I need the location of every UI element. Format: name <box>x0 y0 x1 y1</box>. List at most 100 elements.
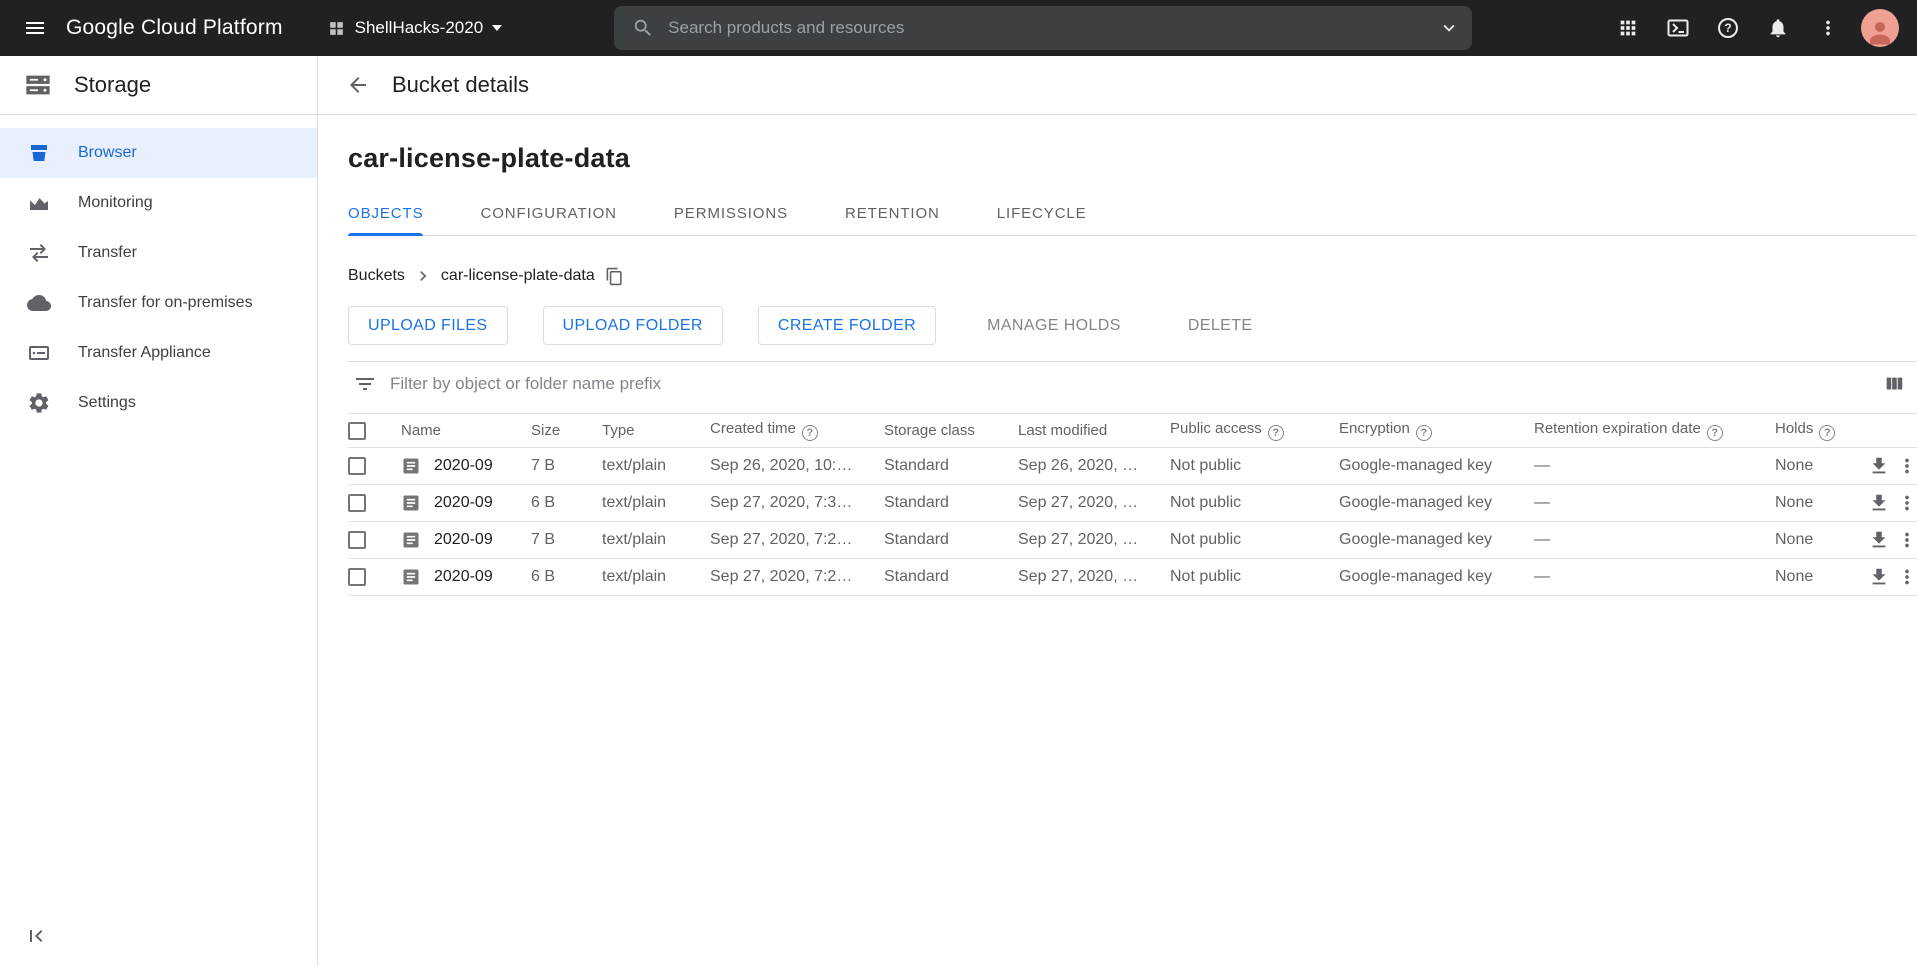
top-bar: Google Cloud Platform ShellHacks-2020 Se… <box>0 0 1917 56</box>
download-object-button[interactable] <box>1868 455 1890 477</box>
transfer-appliance-icon <box>29 346 49 360</box>
object-holds: None <box>1775 558 1868 596</box>
search-input[interactable] <box>668 18 1439 38</box>
help-icon[interactable]: ? <box>801 425 818 441</box>
help-icon[interactable]: ? <box>1706 425 1723 441</box>
help-icon[interactable]: ? <box>1267 425 1284 441</box>
object-name-link[interactable]: 2020-09 <box>434 531 493 549</box>
delete-button[interactable]: DELETE <box>1171 306 1269 345</box>
svg-text:?: ? <box>1724 21 1731 35</box>
object-size: 6 B <box>531 558 602 596</box>
upload-files-button[interactable]: UPLOAD FILES <box>348 306 508 345</box>
object-size: 7 B <box>531 447 602 485</box>
sidebar-item-monitoring[interactable]: Monitoring <box>0 178 317 228</box>
more-options-button[interactable] <box>1807 7 1849 49</box>
object-name-link[interactable]: 2020-09 <box>434 457 493 475</box>
upload-folder-button[interactable]: UPLOAD FOLDER <box>542 306 723 345</box>
column-header-public-access: Public access? <box>1170 413 1339 448</box>
download-object-button[interactable] <box>1868 566 1890 588</box>
sidebar-item-transfer-on-premises[interactable]: Transfer for on-premises <box>0 278 317 328</box>
object-created-time: Sep 27, 2020, 7:2… <box>710 558 884 596</box>
help-button[interactable]: ? <box>1707 7 1749 49</box>
row-more-options-button[interactable] <box>1896 529 1917 551</box>
help-icon[interactable]: ? <box>1415 425 1432 441</box>
row-checkbox[interactable] <box>348 530 366 549</box>
manage-holds-button[interactable]: MANAGE HOLDS <box>971 306 1137 345</box>
tab-permissions[interactable]: PERMISSIONS <box>674 192 788 235</box>
sidebar-item-settings[interactable]: Settings <box>0 378 317 428</box>
search-dropdown-button[interactable] <box>1438 17 1460 39</box>
tab-retention[interactable]: RETENTION <box>845 192 940 235</box>
object-last-modified: Sep 27, 2020, … <box>1018 521 1170 559</box>
breadcrumb-buckets-link[interactable]: Buckets <box>348 267 405 285</box>
row-more-options-button[interactable] <box>1896 455 1917 477</box>
object-retention-date: — <box>1534 447 1775 485</box>
file-document-icon <box>403 495 419 511</box>
tab-lifecycle[interactable]: LIFECYCLE <box>997 192 1087 235</box>
sidebar-header: Storage <box>0 56 317 115</box>
sidebar-collapse-button[interactable] <box>24 924 48 948</box>
cloud-shell-button[interactable] <box>1657 7 1699 49</box>
object-encryption: Google-managed key <box>1339 484 1534 522</box>
filter-input[interactable] <box>390 373 1867 394</box>
more-vertical-icon <box>1826 20 1830 36</box>
file-document-icon <box>403 569 419 585</box>
row-more-options-button[interactable] <box>1896 566 1917 588</box>
project-name: ShellHacks-2020 <box>354 18 484 37</box>
object-name-link[interactable]: 2020-09 <box>434 568 493 586</box>
object-row: 2020-09 6 B text/plain Sep 27, 2020, 7:3… <box>348 484 1917 522</box>
tab-bar: OBJECTS CONFIGURATION PERMISSIONS RETENT… <box>348 192 1917 236</box>
tab-objects[interactable]: OBJECTS <box>348 192 424 236</box>
object-encryption: Google-managed key <box>1339 521 1534 559</box>
column-display-button[interactable] <box>1883 373 1905 395</box>
column-header-type: Type <box>602 413 710 448</box>
project-selector[interactable]: ShellHacks-2020 <box>327 18 503 38</box>
object-type: text/plain <box>602 521 710 559</box>
object-created-time: Sep 27, 2020, 7:3… <box>710 484 884 522</box>
row-checkbox[interactable] <box>348 493 366 512</box>
main-content: Bucket details car-license-plate-data OB… <box>318 56 1917 966</box>
row-more-options-button[interactable] <box>1896 492 1917 514</box>
object-storage-class: Standard <box>884 521 1018 559</box>
object-retention-date: — <box>1534 558 1775 596</box>
search-bar[interactable] <box>614 6 1473 50</box>
download-icon <box>1872 568 1886 585</box>
object-public-access: Not public <box>1170 521 1339 559</box>
create-folder-button[interactable]: CREATE FOLDER <box>757 306 937 345</box>
menu-button[interactable] <box>14 7 56 49</box>
notifications-button[interactable] <box>1757 7 1799 49</box>
download-icon <box>1872 531 1886 548</box>
copy-bucket-name-button[interactable] <box>605 267 624 286</box>
back-button[interactable] <box>346 73 370 97</box>
object-last-modified: Sep 27, 2020, … <box>1018 484 1170 522</box>
object-name-link[interactable]: 2020-09 <box>434 494 493 512</box>
object-last-modified: Sep 26, 2020, … <box>1018 447 1170 485</box>
breadcrumb-current: car-license-plate-data <box>440 267 595 284</box>
person-icon <box>1870 22 1890 45</box>
column-header-last-modified: Last modified <box>1018 413 1170 448</box>
sidebar-product-title: Storage <box>74 72 152 97</box>
apps-grid-button[interactable] <box>1607 7 1649 49</box>
help-icon[interactable]: ? <box>1819 425 1836 441</box>
download-object-button[interactable] <box>1868 492 1890 514</box>
bucket-browser-icon <box>31 145 47 161</box>
object-holds: None <box>1775 484 1868 522</box>
select-all-checkbox[interactable] <box>348 421 366 440</box>
download-object-button[interactable] <box>1868 529 1890 551</box>
sidebar-item-transfer-appliance[interactable]: Transfer Appliance <box>0 328 317 378</box>
object-encryption: Google-managed key <box>1339 558 1534 596</box>
column-header-created-time: Created time? <box>710 413 884 448</box>
object-encryption: Google-managed key <box>1339 447 1534 485</box>
object-type: text/plain <box>602 558 710 596</box>
bucket-name-title: car-license-plate-data <box>348 143 631 173</box>
more-vertical-icon <box>1905 569 1909 585</box>
more-vertical-icon <box>1905 458 1909 474</box>
row-checkbox[interactable] <box>348 456 366 475</box>
sidebar-item-browser[interactable]: Browser <box>0 128 317 178</box>
user-avatar[interactable] <box>1861 9 1899 47</box>
sidebar-item-transfer[interactable]: Transfer <box>0 228 317 278</box>
tab-configuration[interactable]: CONFIGURATION <box>480 192 616 235</box>
object-storage-class: Standard <box>884 484 1018 522</box>
row-checkbox[interactable] <box>348 567 366 586</box>
menu-icon <box>26 22 44 34</box>
